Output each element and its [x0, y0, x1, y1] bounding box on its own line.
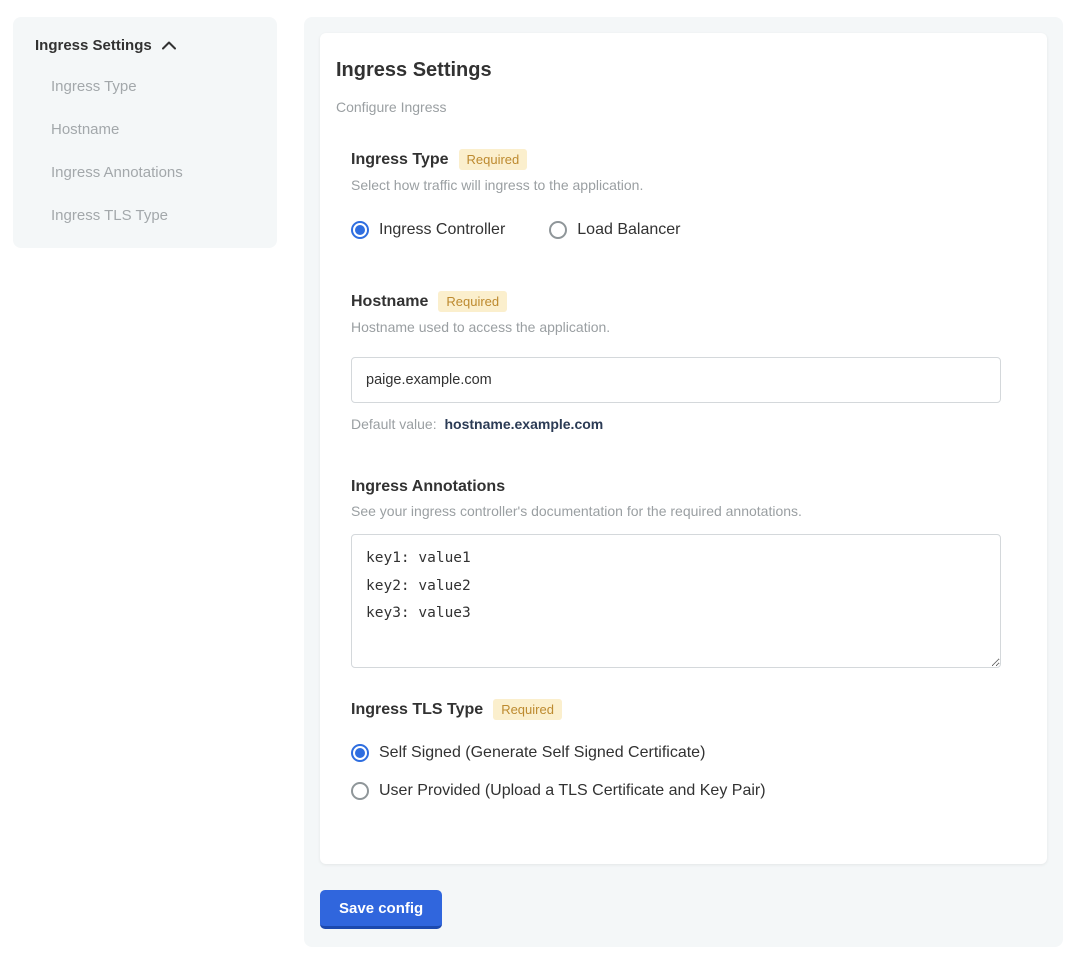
radio-self-signed[interactable]: Self Signed (Generate Self Signed Certif… — [351, 744, 1016, 762]
card-subtitle: Configure Ingress — [336, 99, 1031, 115]
sidebar-item-ingress-type[interactable]: Ingress Type — [51, 78, 259, 95]
sidebar-item-hostname[interactable]: Hostname — [51, 121, 259, 138]
ingress-annotations-label: Ingress Annotations — [351, 478, 505, 496]
ingress-tls-type-label: Ingress TLS Type — [351, 701, 483, 719]
required-badge: Required — [493, 699, 562, 720]
hostname-label: Hostname — [351, 293, 428, 311]
hostname-default-line: Default value: hostname.example.com — [351, 416, 1016, 432]
ingress-type-options: Ingress Controller Load Balancer — [351, 221, 1016, 239]
ingress-annotations-textarea[interactable]: key1: value1 key2: value2 key3: value3 — [351, 534, 1001, 668]
ingress-tls-options: Self Signed (Generate Self Signed Certif… — [351, 744, 1016, 800]
section-ingress-tls-type: Ingress TLS Type Required Self Signed (G… — [351, 699, 1016, 800]
hostname-help: Hostname used to access the application. — [351, 319, 1016, 335]
ingress-type-help: Select how traffic will ingress to the a… — [351, 177, 1016, 193]
sidebar-items: Ingress Type Hostname Ingress Annotation… — [51, 78, 259, 224]
required-badge: Required — [459, 149, 528, 170]
radio-load-balancer-control[interactable] — [549, 221, 567, 239]
required-badge: Required — [438, 291, 507, 312]
sidebar-item-ingress-tls-type[interactable]: Ingress TLS Type — [51, 207, 259, 224]
radio-self-signed-control[interactable] — [351, 744, 369, 762]
section-ingress-type: Ingress Type Required Select how traffic… — [351, 149, 1016, 239]
section-ingress-annotations: Ingress Annotations See your ingress con… — [351, 478, 1016, 673]
sidebar-group-ingress-settings[interactable]: Ingress Settings — [35, 37, 259, 54]
section-hostname: Hostname Required Hostname used to acces… — [351, 291, 1016, 432]
radio-user-provided-label: User Provided (Upload a TLS Certificate … — [379, 782, 766, 800]
sidebar-item-ingress-annotations[interactable]: Ingress Annotations — [51, 164, 259, 181]
radio-ingress-controller[interactable]: Ingress Controller — [351, 221, 505, 239]
card-title: Ingress Settings — [336, 59, 1031, 82]
hostname-default-value: hostname.example.com — [445, 416, 604, 432]
radio-load-balancer-label: Load Balancer — [577, 221, 680, 239]
radio-ingress-controller-label: Ingress Controller — [379, 221, 505, 239]
save-config-button[interactable]: Save config — [320, 890, 442, 929]
hostname-default-label: Default value: — [351, 416, 437, 432]
radio-user-provided-control[interactable] — [351, 782, 369, 800]
config-panel: Ingress Settings Configure Ingress Ingre… — [304, 17, 1063, 947]
radio-ingress-controller-control[interactable] — [351, 221, 369, 239]
radio-load-balancer[interactable]: Load Balancer — [549, 221, 680, 239]
chevron-up-icon — [162, 41, 176, 50]
hostname-input[interactable] — [351, 357, 1001, 403]
ingress-type-label: Ingress Type — [351, 151, 449, 169]
config-nav-sidebar: Ingress Settings Ingress Type Hostname I… — [13, 17, 277, 248]
ingress-annotations-help: See your ingress controller's documentat… — [351, 503, 1016, 519]
radio-self-signed-label: Self Signed (Generate Self Signed Certif… — [379, 744, 705, 762]
ingress-settings-card: Ingress Settings Configure Ingress Ingre… — [320, 33, 1047, 864]
sidebar-group-label: Ingress Settings — [35, 37, 152, 54]
radio-user-provided[interactable]: User Provided (Upload a TLS Certificate … — [351, 782, 1016, 800]
